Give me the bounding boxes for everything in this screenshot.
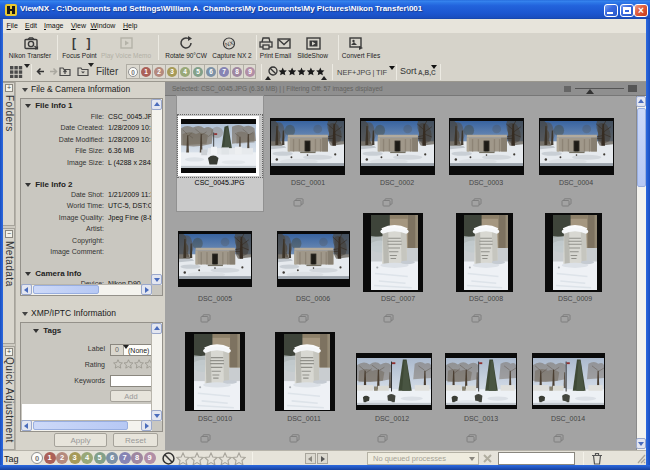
svg-text:NX: NX [224,40,234,48]
